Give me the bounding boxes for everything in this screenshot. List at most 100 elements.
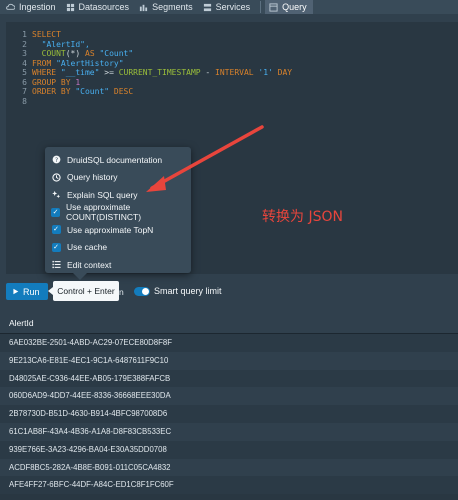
query-options-menu: ? DruidSQL documentation Query history E… [45,147,191,280]
menu-item-use-cache[interactable]: ✓ Use cache [45,239,191,257]
run-button[interactable]: Run [6,283,48,300]
code-line: SELECT [32,30,458,40]
menu-item-label: Query history [67,172,118,183]
table-row[interactable]: 61C1AB8F-43A4-4B36-A1A8-D8F83CB533EC [0,422,458,441]
nav-datasources[interactable]: Datasources [62,0,136,14]
line-number: 8 [22,96,27,106]
run-bar: Run Control + Enter n Smart query limit [0,280,458,304]
menu-item-explain-sql[interactable]: Explain SQL query [45,186,191,204]
menu-item-label: DruidSQL documentation [67,154,163,165]
run-shortcut-tooltip: Control + Enter [48,281,119,301]
code-token: FROM [32,58,57,68]
server-icon [203,3,211,11]
table-row[interactable]: 060D6AD9-4DD7-44EE-8336-36668EEE30DA [0,387,458,406]
table-row[interactable]: 2B78730D-B51D-4630-B914-4BFC987008D6 [0,405,458,423]
table-row[interactable]: AFE4FF27-6BFC-44DF-A84C-ED1C8F1FC60F [0,476,458,495]
code-token: "__time" [60,68,100,77]
menu-item-label: Use approximate COUNT(DISTINCT) [66,202,142,223]
code-token: CURRENT_TIMESTAMP [118,68,201,77]
line-number: 6 [22,77,27,87]
line-number: 3 [22,49,27,58]
menu-item-label: Edit context [67,259,112,270]
code-line: COUNT(*) AS "Count" [32,49,458,59]
code-token: "AlertHistory" [56,58,124,68]
menu-item-approx-topn[interactable]: ✓ Use approximate TopN [45,221,191,239]
smart-query-limit-label: Smart query limit [154,286,222,296]
line-number: 2 [22,39,27,49]
nav-ingestion-label: Ingestion [19,2,56,12]
nav-segments-label: Segments [152,2,193,12]
table-row[interactable]: ACDF8BC5-282A-4B8E-B091-011C05CA4832 [0,458,458,477]
line-number: 5 [22,68,27,77]
line-number: 7 [22,87,27,96]
cloud-upload-icon [6,3,15,10]
menu-item-query-history[interactable]: Query history [45,169,191,187]
nav-segments[interactable]: Segments [135,0,199,14]
line-number-gutter: 12345678 [6,22,30,274]
menu-item-druidsql-docs[interactable]: ? DruidSQL documentation [45,151,191,169]
top-nav: Ingestion Datasources Segments Services … [0,0,458,14]
results-rows: 6AE032BE-2501-4ABD-AC29-07ECE80D8F8F 9E21… [0,334,458,495]
line-number: 4 [22,58,27,68]
application-icon [269,2,278,12]
history-icon [51,172,61,182]
code-token: "Count" [99,49,134,58]
code-line: GROUP BY 1 [32,78,458,88]
code-token: WHERE [32,68,61,77]
nav-query[interactable]: Query [265,0,313,14]
code-token: DAY [277,68,293,77]
nav-services[interactable]: Services [199,0,257,14]
code-token: '1' [258,68,278,77]
code-token: ORDER BY [32,87,76,96]
code-token: INTERVAL [215,68,259,77]
code-token: "AlertId", [32,39,90,49]
play-icon [13,288,19,295]
auto-run-label-fragment: n [119,287,124,297]
code-line: WHERE "__time" >= CURRENT_TIMESTAMP - IN… [32,68,458,78]
checkbox-checked-icon[interactable]: ✓ [51,242,61,252]
help-icon: ? [51,155,61,165]
code-token: GROUP BY [32,77,76,87]
menu-item-label: Use approximate TopN [67,224,154,235]
run-button-label: Run [23,286,40,297]
stacked-chart-icon [139,4,148,11]
smart-query-limit-toggle[interactable] [134,287,150,296]
code-token: 1 [75,77,81,87]
database-icon [66,3,74,11]
table-row[interactable]: 939E766E-3A23-4296-BA04-E30A35DD0708 [0,440,458,459]
code-line: ORDER BY "Count" DESC [32,87,458,97]
code-line: FROM "AlertHistory" [32,59,458,69]
menu-item-approx-count-distinct[interactable]: ✓ Use approximate COUNT(DISTINCT) [45,202,191,223]
table-row[interactable]: D48025AE-C936-44EE-AB05-179E388FAFCB [0,369,458,388]
table-row[interactable]: 6AE032BE-2501-4ABD-AC29-07ECE80D8F8F [0,334,458,352]
nav-ingestion[interactable]: Ingestion [2,0,62,14]
properties-icon [51,260,61,270]
code-token: >= [99,68,119,77]
code-token: COUNT [41,49,66,58]
nav-divider [260,1,262,13]
results-table: AlertId 6AE032BE-2501-4ABD-AC29-07ECE80D… [0,312,458,500]
clean-icon [51,190,61,200]
code-token: "Count" [75,87,114,96]
sql-code[interactable]: SELECT "AlertId", COUNT(*) AS "Count" FRO… [32,22,458,106]
column-header-alertid[interactable]: AlertId [0,312,458,334]
svg-text:?: ? [54,157,57,164]
annotation-text: 转换为 JSON [262,209,343,225]
checkbox-checked-icon[interactable]: ✓ [51,225,61,235]
code-token: (*) [65,49,85,58]
code-line: "AlertId", [32,40,458,50]
nav-services-label: Services [215,2,251,12]
checkbox-checked-icon[interactable]: ✓ [51,207,60,217]
menu-item-label: Explain SQL query [67,189,138,200]
table-row[interactable]: 9E213CA6-E81E-4EC1-9C1A-6487611F9C10 [0,351,458,370]
nav-query-label: Query [282,2,307,12]
nav-datasources-label: Datasources [78,2,130,12]
code-token: SELECT [32,30,61,39]
code-token: AS [85,49,100,58]
code-token: - [200,68,216,77]
line-number: 1 [22,30,27,39]
menu-item-edit-context[interactable]: Edit context [45,256,191,274]
code-token: DESC [113,87,134,96]
